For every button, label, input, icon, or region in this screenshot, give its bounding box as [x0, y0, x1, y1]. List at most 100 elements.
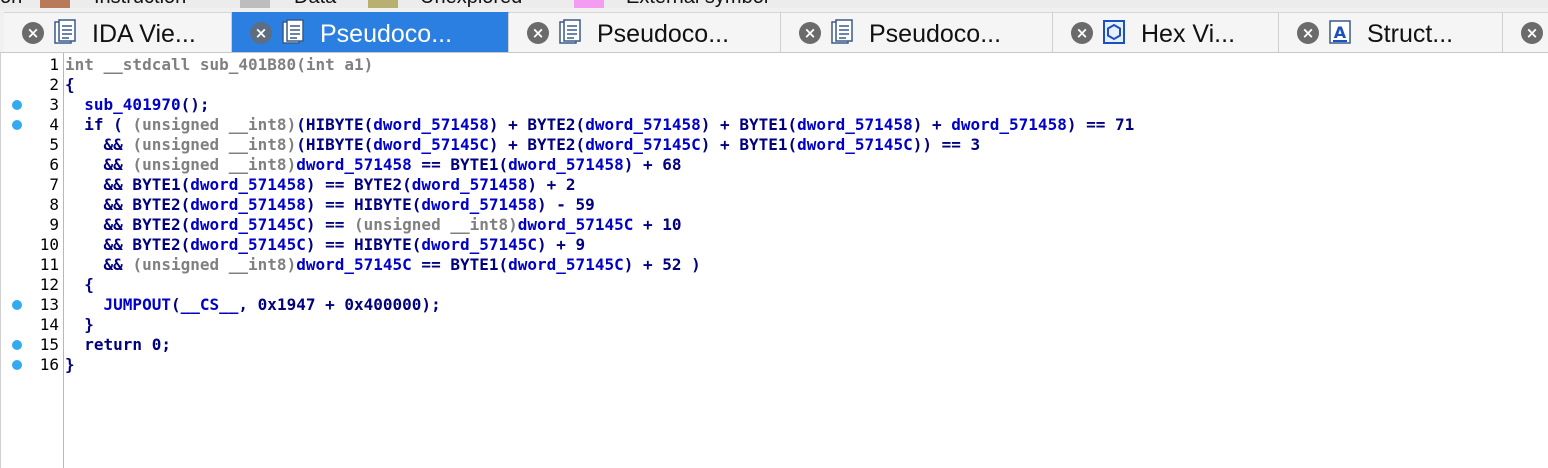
code-text: && BYTE2(dword_571458) == HIBYTE(dword_5…: [65, 195, 595, 215]
code-line[interactable]: 4 if ( (unsigned __int8)(HIBYTE(dword_57…: [1, 115, 1541, 135]
code-text: && (unsigned __int8)dword_571458 == BYTE…: [65, 155, 682, 175]
code-token: && BYTE1(: [65, 175, 191, 194]
code-line[interactable]: 14 }: [1, 315, 1541, 335]
tab-label: Struct...: [1367, 20, 1454, 48]
code-line[interactable]: 3 sub_401970();: [1, 95, 1541, 115]
breakpoint-dot-icon[interactable]: [12, 340, 22, 350]
close-tab-icon[interactable]: ×: [799, 22, 821, 44]
line-number: 12: [39, 275, 59, 294]
code-line[interactable]: 6 && (unsigned __int8)dword_571458 == BY…: [1, 155, 1541, 175]
code-line[interactable]: 5 && (unsigned __int8)(HIBYTE(dword_5714…: [1, 135, 1541, 155]
code-cast: (unsigned __int8): [354, 215, 518, 234]
code-token: &&: [65, 135, 133, 154]
code-identifier[interactable]: dword_57145C: [585, 135, 701, 154]
code-text: }: [65, 355, 75, 375]
code-cast: (unsigned __int8): [132, 135, 297, 154]
code-identifier[interactable]: dword_57145C: [190, 215, 306, 234]
code-token: ) == 71: [1066, 115, 1135, 134]
legend-label: Instruction: [94, 0, 186, 8]
code-line[interactable]: 10 && BYTE2(dword_57145C) == HIBYTE(dwor…: [1, 235, 1541, 255]
pseudocode-view[interactable]: 1 int __stdcall sub_401B80(int a1) 2{3 sub…: [0, 53, 1548, 468]
code-token: && BYTE2(: [65, 195, 191, 214]
code-line[interactable]: 1 int __stdcall sub_401B80(int a1): [1, 55, 1541, 75]
code-identifier[interactable]: dword_571458: [585, 115, 701, 134]
line-number: 7: [49, 175, 59, 194]
code-identifier[interactable]: dword_57145C: [518, 215, 634, 234]
code-line[interactable]: 9 && BYTE2(dword_57145C) == (unsigned __…: [1, 215, 1541, 235]
code-line[interactable]: 16}: [1, 355, 1541, 375]
code-token: }: [65, 355, 75, 374]
code-text: if ( (unsigned __int8)(HIBYTE(dword_5714…: [65, 115, 1134, 135]
tab-hex-view[interactable]: × Hex Vi...: [1053, 12, 1279, 52]
code-identifier[interactable]: dword_571458: [296, 155, 412, 174]
code-identifier[interactable]: dword_571458: [373, 115, 489, 134]
tab-pseudocode-b[interactable]: × Pseudoco...: [509, 12, 781, 52]
code-line[interactable]: 2{: [1, 75, 1541, 95]
listing-icon: [559, 19, 581, 45]
legend-label: Data: [294, 0, 336, 8]
code-token: && BYTE2(: [65, 235, 191, 254]
svg-text:A: A: [1334, 23, 1347, 42]
code-line[interactable]: 11 && (unsigned __int8)dword_57145C == B…: [1, 255, 1541, 275]
code-identifier[interactable]: dword_571458: [190, 195, 306, 214]
code-identifier[interactable]: dword_571458: [951, 115, 1067, 134]
code-line[interactable]: 8 && BYTE2(dword_571458) == HIBYTE(dword…: [1, 195, 1541, 215]
code-identifier[interactable]: dword_57145C: [508, 255, 624, 274]
close-tab-icon[interactable]: ×: [250, 22, 272, 44]
tab-label: Pseudoco...: [597, 20, 730, 48]
code-token: == BYTE1(: [411, 255, 509, 274]
code-token: (HIBYTE(: [296, 135, 374, 154]
code-identifier[interactable]: dword_57145C: [421, 235, 537, 254]
code-identifier[interactable]: dword_571458: [508, 155, 624, 174]
line-number: 6: [49, 155, 59, 174]
breakpoint-dot-icon[interactable]: [12, 300, 22, 310]
legend-swatch: [368, 0, 398, 8]
code-identifier[interactable]: __CS__: [181, 295, 239, 314]
tab-label: Hex Vi...: [1141, 20, 1236, 48]
tab-pseudocode-a[interactable]: × Pseudoco...: [232, 12, 509, 52]
code-cast: (unsigned __int8): [132, 115, 297, 134]
breakpoint-dot-icon[interactable]: [12, 100, 22, 110]
breakpoint-dot-icon[interactable]: [12, 360, 22, 370]
code-identifier[interactable]: dword_57145C: [797, 135, 913, 154]
code-token: ) ==: [305, 215, 354, 234]
code-line[interactable]: 12 {: [1, 275, 1541, 295]
code-line[interactable]: 13 JUMPOUT(__CS__, 0x1947 + 0x400000);: [1, 295, 1541, 315]
tab-pseudocode-c[interactable]: × Pseudoco...: [781, 12, 1053, 52]
breakpoint-dot-icon[interactable]: [12, 120, 22, 130]
code-token: }: [65, 315, 94, 334]
line-number: 14: [39, 315, 59, 334]
code-identifier[interactable]: dword_571458: [190, 175, 306, 194]
code-identifier[interactable]: dword_571458: [412, 175, 528, 194]
code-token: (HIBYTE(: [296, 115, 374, 134]
legend-label: on: [0, 0, 22, 8]
code-line[interactable]: 7 && BYTE1(dword_571458) == BYTE2(dword_…: [1, 175, 1541, 195]
code-text: }: [65, 315, 94, 335]
tab-more[interactable]: ×: [1503, 12, 1548, 52]
line-number: 10: [39, 235, 59, 254]
line-number: 15: [39, 335, 59, 354]
close-tab-icon[interactable]: ×: [22, 22, 44, 44]
code-identifier[interactable]: dword_571458: [797, 115, 913, 134]
close-tab-icon[interactable]: ×: [1071, 22, 1093, 44]
close-tab-icon[interactable]: ×: [1521, 22, 1543, 44]
code-line[interactable]: 15 return 0;: [1, 335, 1541, 355]
close-tab-icon[interactable]: ×: [1297, 22, 1319, 44]
code-token: &&: [65, 255, 133, 274]
code-identifier[interactable]: dword_571458: [421, 195, 537, 214]
code-identifier[interactable]: dword_57145C: [190, 235, 306, 254]
code-identifier[interactable]: JUMPOUT: [104, 295, 171, 314]
color-legend-bar: on Instruction Data Unexplored External symb…: [0, 0, 1548, 8]
tab-structures[interactable]: × A Struct...: [1279, 12, 1503, 52]
tab-ida-view[interactable]: × IDA Vie...: [4, 12, 232, 52]
code-identifier[interactable]: dword_57145C: [296, 255, 412, 274]
hex-icon: [1103, 19, 1125, 45]
code-identifier[interactable]: dword_57145C: [373, 135, 489, 154]
code-identifier[interactable]: sub_401970: [84, 95, 180, 114]
code-token: (: [170, 295, 181, 314]
close-tab-icon[interactable]: ×: [527, 22, 549, 44]
code-token: ) + BYTE2(: [488, 135, 586, 154]
legend-swatch: [40, 0, 70, 8]
code-token: ) - 59: [537, 195, 595, 214]
